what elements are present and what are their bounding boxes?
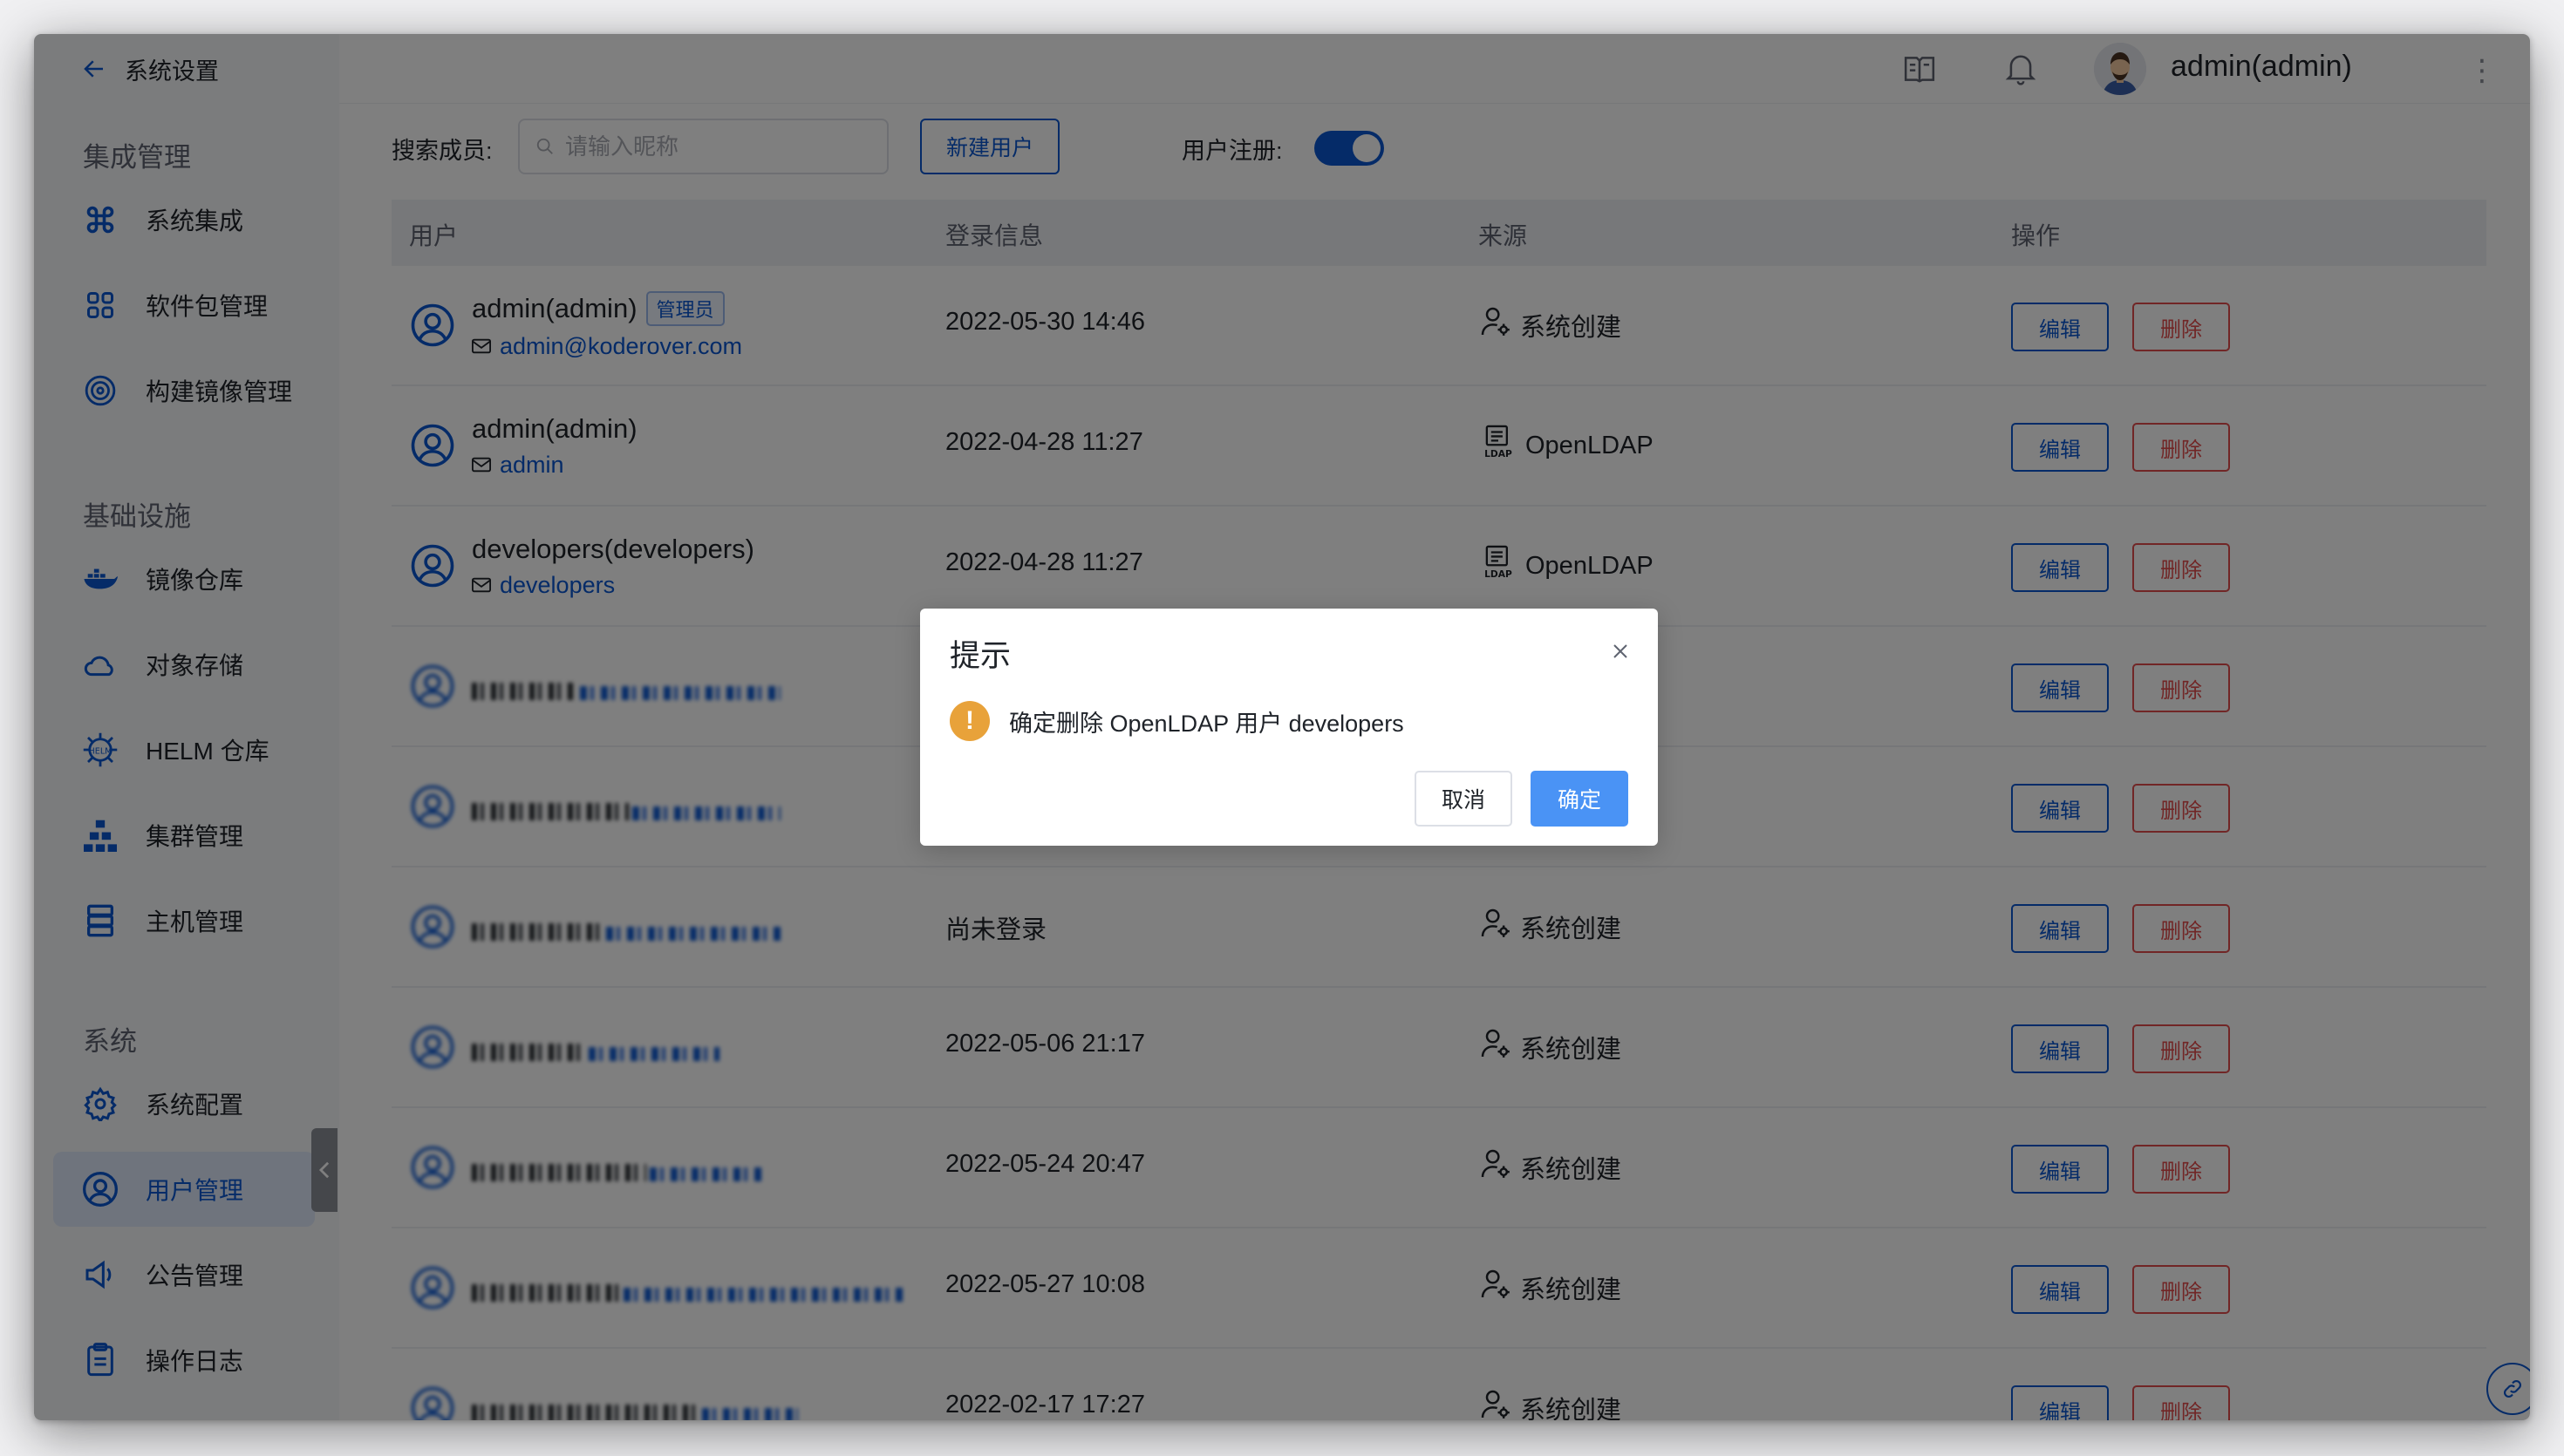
dialog-body: ! 确定删除 OpenLDAP 用户 developers — [950, 701, 1404, 741]
confirm-button[interactable]: 确定 — [1531, 771, 1628, 827]
confirm-dialog: 提示 ! 确定删除 OpenLDAP 用户 developers 取消 确定 — [920, 609, 1658, 846]
warning-icon: ! — [950, 701, 990, 741]
app-window: 系统设置 集成管理 系统集成 软件包管理 构建镜像管理 基础设施 镜像仓库 对象… — [34, 34, 2530, 1420]
dialog-title: 提示 — [950, 639, 1012, 673]
cancel-button[interactable]: 取消 — [1415, 771, 1512, 827]
close-icon[interactable] — [1606, 636, 1635, 666]
dialog-message: 确定删除 OpenLDAP 用户 developers — [1009, 710, 1404, 737]
